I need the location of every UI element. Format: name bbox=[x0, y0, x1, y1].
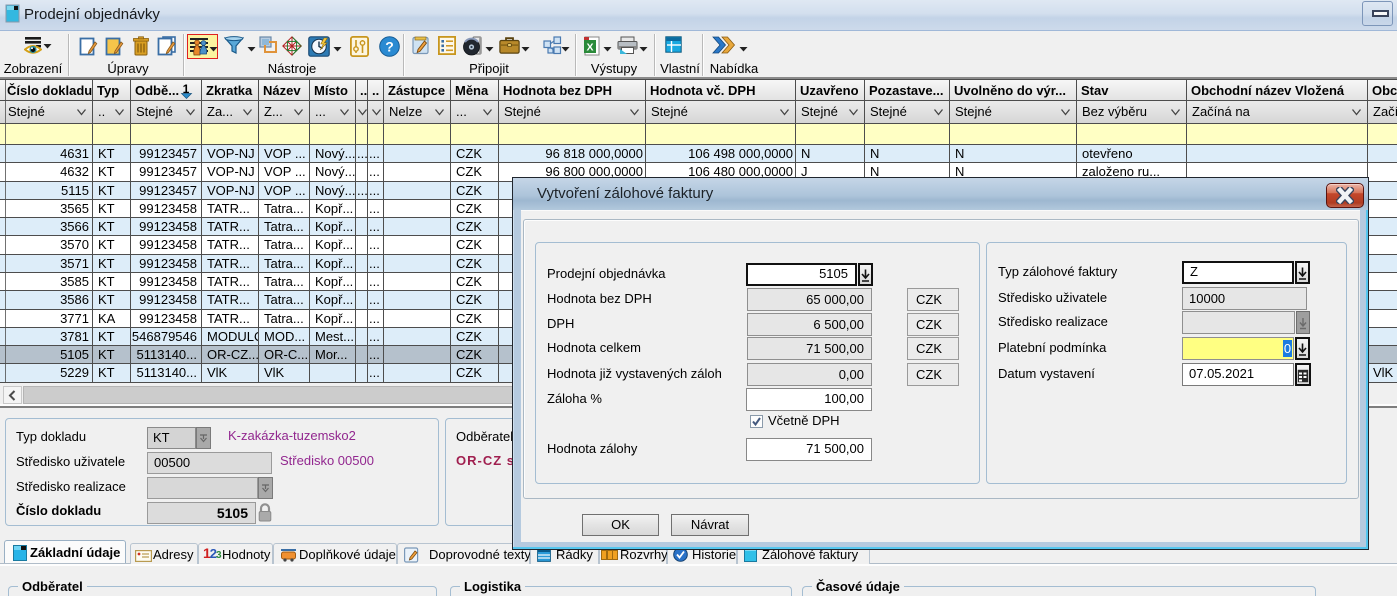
svg-text:X: X bbox=[586, 42, 593, 54]
svg-text:?: ? bbox=[385, 39, 394, 55]
